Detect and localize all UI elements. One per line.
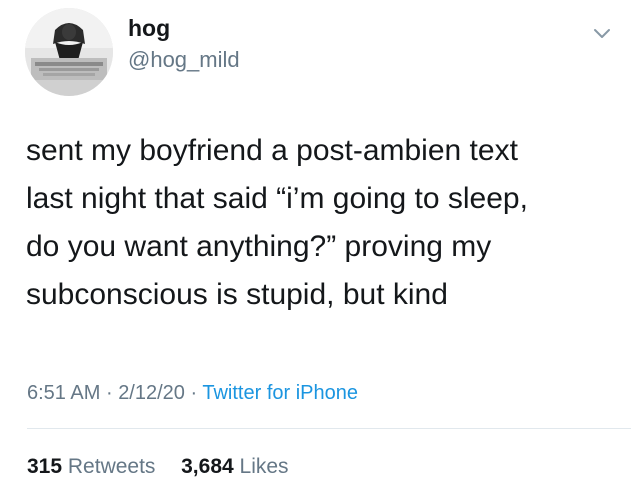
meta-separator: · [105,382,113,404]
retweets-count: 315 [27,455,63,478]
avatar-photo [25,8,113,96]
tweet-time[interactable]: 6:51 AM [27,382,100,404]
author-name[interactable]: hog [128,14,170,42]
likes-label: Likes [239,455,289,478]
retweets-label: Retweets [67,455,156,478]
avatar[interactable] [25,8,113,96]
meta-separator: · [190,382,198,404]
chevron-down-icon[interactable] [591,22,613,44]
tweet-date[interactable]: 2/12/20 [118,382,185,404]
tweet-meta: 6:51 AM · 2/12/20 · Twitter for iPhone [27,380,358,406]
retweets-stat[interactable]: 315 Retweets [27,455,161,478]
likes-count: 3,684 [181,455,234,478]
tweet-card: hog @hog_mild sent my boyfriend a post-a… [0,0,631,500]
likes-stat[interactable]: 3,684 Likes [175,455,288,478]
tweet-stats: 315 Retweets 3,684 Likes [27,454,289,480]
tweet-text: sent my boyfriend a post-ambien text las… [26,134,528,311]
tweet-source-link[interactable]: Twitter for iPhone [202,382,358,404]
author-handle[interactable]: @hog_mild [128,46,240,74]
divider [27,428,631,429]
